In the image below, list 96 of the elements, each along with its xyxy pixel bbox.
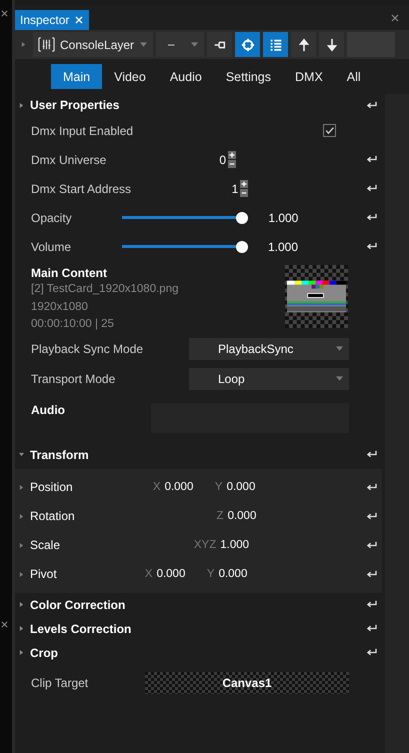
- decrement-icon[interactable]: [240, 189, 248, 197]
- axis-label: XYZ: [194, 539, 216, 551]
- property-label: Dmx Start Address: [31, 182, 132, 196]
- property-label: Clip Target: [31, 676, 88, 690]
- property-label: Transport Mode: [31, 372, 116, 386]
- expand-arrow-icon[interactable]: [19, 625, 24, 632]
- section-title: Levels Correction: [30, 622, 132, 636]
- property-label: Dmx Universe: [31, 152, 106, 166]
- mode-dropdown[interactable]: –: [156, 32, 204, 57]
- tab[interactable]: All: [334, 64, 373, 89]
- expand-arrow-icon[interactable]: [19, 601, 24, 608]
- reset-icon[interactable]: [366, 482, 377, 492]
- tab[interactable]: Video: [102, 64, 158, 89]
- caret-icon: [140, 42, 147, 47]
- crosshair-icon: [240, 38, 254, 52]
- dropdown[interactable]: Loop: [189, 368, 349, 390]
- reset-icon[interactable]: [366, 100, 377, 110]
- axis-label: Y: [214, 481, 223, 493]
- increment-icon[interactable]: [228, 151, 236, 159]
- expand-arrow-icon[interactable]: [18, 452, 25, 457]
- section-title: Color Correction: [30, 598, 126, 612]
- close-icon[interactable]: [1, 621, 8, 628]
- clip-target-field[interactable]: Canvas1: [145, 672, 349, 694]
- arrow-up-icon: [296, 38, 310, 52]
- reset-icon[interactable]: [366, 450, 377, 459]
- reset-icon[interactable]: [366, 184, 377, 193]
- number-value[interactable]: 0.000: [218, 568, 248, 580]
- caret-icon: [336, 346, 343, 351]
- expand-arrow-icon[interactable]: [19, 484, 24, 490]
- reset-icon[interactable]: [366, 600, 377, 609]
- number-value[interactable]: 0.000: [228, 510, 256, 522]
- property-label: Volume: [31, 240, 72, 254]
- expand-arrow-icon[interactable]: [19, 649, 24, 656]
- up-button[interactable]: [291, 32, 316, 57]
- tab[interactable]: Settings: [214, 64, 283, 89]
- expand-arrow-icon[interactable]: [19, 542, 24, 548]
- mixer-icon: [38, 36, 55, 53]
- increment-icon[interactable]: [240, 180, 248, 188]
- expand-arrow-icon[interactable]: [19, 570, 24, 578]
- property-label: Rotation: [30, 509, 75, 523]
- axis-label: Y: [206, 568, 215, 580]
- caret-icon: [336, 376, 343, 381]
- slider-value: 1.000: [266, 240, 298, 254]
- property-label: Position: [30, 480, 73, 494]
- layer-dropdown[interactable]: ConsoleLayer: [33, 32, 153, 57]
- property-label: Scale: [30, 538, 60, 552]
- number-value: 1: [232, 182, 238, 196]
- slider-value: 1.000: [267, 210, 298, 224]
- reset-icon[interactable]: [366, 155, 377, 164]
- expand-arrow-icon[interactable]: [21, 41, 26, 48]
- test-card-thumbnail-drawing: [285, 265, 348, 328]
- list-button[interactable]: [263, 32, 288, 57]
- number-value[interactable]: 0.000: [226, 481, 256, 493]
- reset-icon[interactable]: [366, 242, 377, 251]
- expand-arrow-icon[interactable]: [19, 102, 24, 108]
- caret-icon: [191, 42, 198, 47]
- section-title: Transform: [30, 448, 89, 462]
- number-value[interactable]: 0.000: [156, 568, 186, 580]
- audio-title: Audio: [31, 402, 65, 418]
- close-icon[interactable]: [391, 14, 399, 22]
- tab[interactable]: Audio: [158, 64, 214, 89]
- close-icon[interactable]: [1, 10, 8, 17]
- list-icon: [268, 38, 282, 52]
- property-label: Playback Sync Mode: [31, 342, 144, 356]
- number-value: 0: [219, 152, 226, 166]
- property-label: Pivot: [30, 567, 57, 581]
- number-value[interactable]: 1.000: [220, 539, 250, 551]
- tab[interactable]: Main: [51, 64, 102, 89]
- expand-arrow-icon[interactable]: [19, 512, 24, 520]
- section-title: User Properties: [30, 98, 120, 112]
- reset-icon[interactable]: [366, 512, 377, 520]
- resolution-text: 1920x1080: [31, 300, 89, 314]
- axis-label: X: [152, 481, 161, 493]
- pin-button[interactable]: [207, 32, 232, 57]
- dropdown[interactable]: PlaybackSync: [189, 338, 349, 360]
- target-button[interactable]: [235, 32, 260, 57]
- duration-text: 00:00:10:00 | 25: [31, 317, 115, 332]
- number-value[interactable]: 0.000: [164, 481, 194, 493]
- property-label: Opacity: [31, 210, 72, 224]
- decrement-icon[interactable]: [228, 160, 236, 168]
- reset-icon[interactable]: [366, 570, 377, 578]
- reset-icon[interactable]: [366, 624, 377, 633]
- tab[interactable]: DMX: [283, 64, 335, 89]
- axis-label: X: [144, 568, 153, 580]
- file-name: [2] TestCard_1920x1080.png: [31, 282, 178, 297]
- arrow-down-icon: [324, 38, 338, 52]
- main-content-title: Main Content: [31, 265, 108, 281]
- reset-icon[interactable]: [366, 213, 377, 222]
- section-title: Crop: [30, 646, 58, 660]
- reset-icon[interactable]: [366, 648, 377, 657]
- checkbox[interactable]: [323, 124, 336, 137]
- down-button[interactable]: [319, 32, 344, 57]
- reset-icon[interactable]: [366, 540, 377, 550]
- property-label: Dmx Input Enabled: [31, 124, 134, 138]
- inspector-tab[interactable]: Inspector: [15, 10, 90, 30]
- axis-label: Z: [216, 510, 224, 522]
